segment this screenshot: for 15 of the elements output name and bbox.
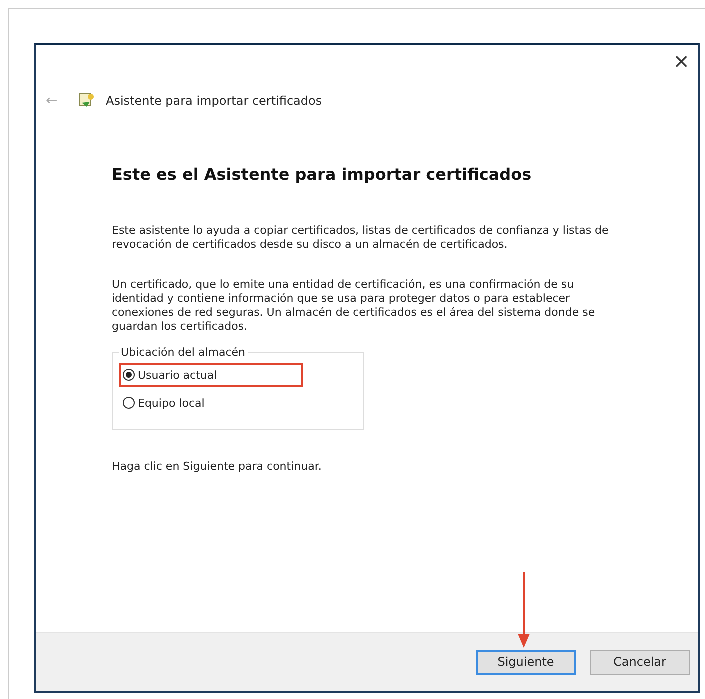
dialog-button[interactable]: Cancelar [590,650,690,674]
close-button[interactable]: × [673,51,690,71]
window-title: Asistente para importar certificados [106,94,322,108]
radio-button[interactable] [123,397,135,409]
option-label: Equipo local [138,396,205,410]
hint-text: Haga clic en Siguiente para continuar. [112,460,323,473]
description-text: Este asistente lo ayuda a copiar certificados, listas de certificados de confianza y listas de revocación de certificados desde su disco a un almacén de certificados. [112,224,610,252]
option-label: Usuario actual [138,368,218,382]
radio-option[interactable]: Equipo local [119,391,303,415]
radio-button[interactable] [123,369,135,381]
wizard-heading: Este es el Asistente para importar certificados [112,165,533,184]
highlighted-radio-option[interactable]: Usuario actual [119,363,303,387]
description-text: Un certificado, que lo emite una entidad de certificación, es una confirmación de su identidad y contiene información que se usa para proteger datos o para establecer conexiones de red seguras. Un almacén de certificados es el área del sistema donde se guardan los certificados. [112,278,596,334]
certificate-icon [78,92,96,110]
group-legend: Ubicación del almacén [119,346,248,359]
